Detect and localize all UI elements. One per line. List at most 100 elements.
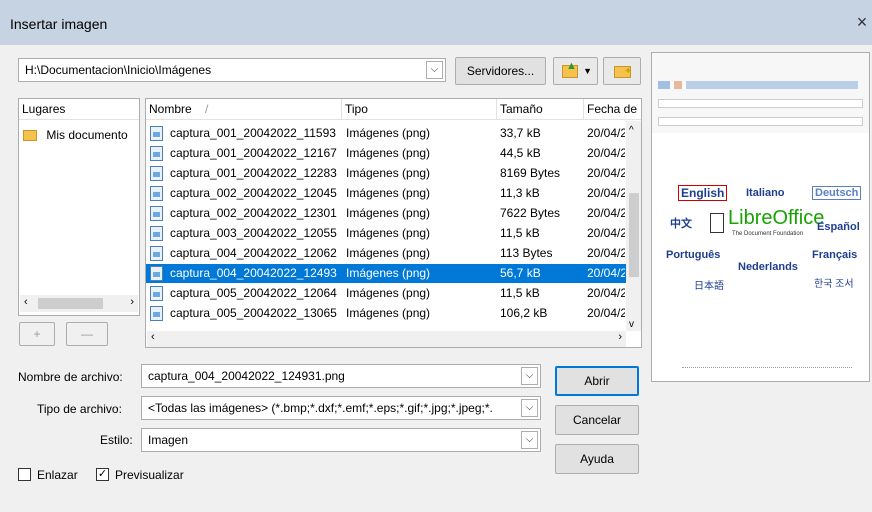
preview-toolbar-area — [652, 53, 869, 133]
preview-francais: Français — [812, 249, 858, 261]
file-name: captura_003_20042022_12055 — [170, 226, 337, 240]
file-size: 44,5 kB — [500, 146, 541, 160]
chevron-down-icon[interactable]: ⌵ — [521, 431, 538, 449]
file-type: Imágenes (png) — [346, 206, 431, 220]
places-panel: Lugares Mis documento ‹ › — [18, 98, 140, 316]
table-row[interactable]: captura_003_20042022_12055 Imágenes (png)… — [146, 224, 626, 243]
file-size: 56,7 kB — [500, 266, 541, 280]
title-bar: Insertar imagen × — [0, 0, 872, 45]
servers-button[interactable]: Servidores... — [455, 57, 546, 85]
path-combobox[interactable]: H:\Documentacion\Inicio\Imágenes ⌵ — [18, 58, 446, 82]
chevron-down-icon[interactable]: ⌵ — [426, 61, 443, 79]
column-header-type[interactable]: Tipo — [342, 99, 497, 120]
file-date: 20/04/2 — [587, 146, 625, 160]
file-type: Imágenes (png) — [346, 286, 431, 300]
file-type: Imágenes (png) — [346, 166, 431, 180]
image-file-icon — [150, 306, 163, 321]
preview-korean: 한국 조서 — [814, 279, 854, 290]
places-header[interactable]: Lugares — [19, 99, 139, 120]
help-button[interactable]: Ayuda — [555, 444, 639, 474]
chevron-down-icon[interactable]: v — [629, 319, 634, 330]
preview-portugues: Português — [666, 249, 721, 261]
file-size: 8169 Bytes — [500, 166, 561, 180]
open-button[interactable]: Abrir — [555, 366, 639, 396]
file-size: 7622 Bytes — [500, 206, 561, 220]
link-checkbox[interactable] — [18, 468, 31, 481]
scroll-thumb[interactable] — [38, 298, 103, 309]
image-file-icon — [150, 206, 163, 221]
chevron-down-icon[interactable]: ⌵ — [521, 399, 538, 417]
image-file-icon — [150, 126, 163, 141]
preview-deutsch: Deutsch — [812, 186, 862, 200]
filetype-label: Tipo de archivo: — [37, 402, 122, 416]
filetype-select[interactable]: <Todas las imágenes> (*.bmp;*.dxf;*.emf;… — [141, 396, 541, 420]
window-title: Insertar imagen — [10, 16, 108, 32]
filename-label: Nombre de archivo: — [18, 370, 123, 384]
new-folder-button[interactable]: ✦ — [603, 57, 641, 85]
image-file-icon — [150, 246, 163, 261]
filename-input[interactable]: captura_004_20042022_124931.png ⌵ — [141, 364, 541, 388]
sparkle-icon: ✦ — [624, 66, 633, 77]
chevron-right-icon[interactable]: › — [130, 296, 134, 308]
table-row[interactable]: captura_001_20042022_11593 Imágenes (png)… — [146, 124, 626, 143]
image-file-icon — [150, 286, 163, 301]
file-date: 20/04/2 — [587, 306, 625, 320]
table-row[interactable]: captura_005_20042022_12064 Imágenes (png)… — [146, 284, 626, 303]
preview-chinese: 中文 — [670, 218, 692, 230]
chevron-down-icon[interactable]: ⌵ — [521, 367, 538, 385]
file-size: 33,7 kB — [500, 126, 541, 140]
cancel-button[interactable]: Cancelar — [555, 405, 639, 435]
places-item[interactable]: Mis documento — [23, 126, 139, 145]
chevron-up-icon[interactable]: ^ — [629, 125, 634, 136]
file-name: captura_005_20042022_12064 — [170, 286, 337, 300]
table-row[interactable]: captura_002_20042022_12045 Imágenes (png)… — [146, 184, 626, 203]
file-date: 20/04/2 — [587, 266, 625, 280]
preview-nederlands: Nederlands — [738, 261, 798, 273]
file-date: 20/04/2 — [587, 186, 625, 200]
chevron-left-icon[interactable]: ‹ — [151, 331, 155, 343]
image-file-icon — [150, 266, 163, 281]
table-row[interactable]: captura_001_20042022_12283 Imágenes (png)… — [146, 164, 626, 183]
preview-japanese: 日本語 — [694, 281, 724, 292]
close-icon[interactable]: × — [852, 12, 872, 33]
preview-checkbox[interactable]: ✓ — [96, 468, 109, 481]
file-type: Imágenes (png) — [346, 186, 431, 200]
preview-italiano: Italiano — [746, 187, 785, 199]
image-preview: English Italiano Deutsch 中文 LibreOffice … — [651, 52, 870, 382]
image-file-icon — [150, 146, 163, 161]
table-row[interactable]: captura_004_20042022_12062 Imágenes (png)… — [146, 244, 626, 263]
chevron-left-icon[interactable]: ‹ — [24, 296, 28, 308]
file-name: captura_005_20042022_13065 — [170, 306, 337, 320]
remove-place-button[interactable]: — — [66, 322, 108, 346]
table-row[interactable]: captura_005_20042022_13065 Imágenes (png)… — [146, 304, 626, 323]
table-row[interactable]: captura_004_20042022_12493 Imágenes (png)… — [146, 264, 626, 283]
file-type: Imágenes (png) — [346, 226, 431, 240]
file-name: captura_004_20042022_12493 — [170, 266, 337, 280]
preview-libreoffice: LibreOffice — [728, 207, 825, 229]
add-place-button[interactable]: + — [19, 322, 55, 346]
column-header-size[interactable]: Tamaño — [497, 99, 584, 120]
file-type: Imágenes (png) — [346, 266, 431, 280]
path-value: H:\Documentacion\Inicio\Imágenes — [25, 63, 212, 77]
link-label[interactable]: Enlazar — [37, 468, 78, 482]
table-row[interactable]: captura_002_20042022_12301 Imágenes (png)… — [146, 204, 626, 223]
table-row[interactable]: captura_001_20042022_12167 Imágenes (png)… — [146, 144, 626, 163]
file-name: captura_004_20042022_12062 — [170, 246, 337, 260]
file-date: 20/04/2 — [587, 166, 625, 180]
file-type: Imágenes (png) — [346, 146, 431, 160]
file-vscrollbar[interactable]: ^ v — [626, 121, 641, 331]
file-size: 11,3 kB — [500, 186, 540, 200]
file-hscrollbar[interactable]: ‹ › — [147, 331, 626, 347]
style-select[interactable]: Imagen ⌵ — [141, 428, 541, 452]
preview-label[interactable]: Previsualizar — [115, 468, 184, 482]
scroll-thumb[interactable] — [629, 193, 639, 277]
folder-up-button[interactable]: ▲ ▼ — [553, 57, 598, 85]
chevron-right-icon[interactable]: › — [618, 331, 622, 343]
file-name: captura_001_20042022_12167 — [170, 146, 337, 160]
file-list: Nombre / Tipo Tamaño Fecha de r captura_… — [145, 98, 642, 348]
file-name: captura_002_20042022_12045 — [170, 186, 337, 200]
image-file-icon — [150, 186, 163, 201]
column-header-date[interactable]: Fecha de r — [584, 99, 641, 120]
column-header-name[interactable]: Nombre / — [146, 99, 342, 120]
places-hscrollbar[interactable]: ‹ › — [20, 295, 138, 312]
